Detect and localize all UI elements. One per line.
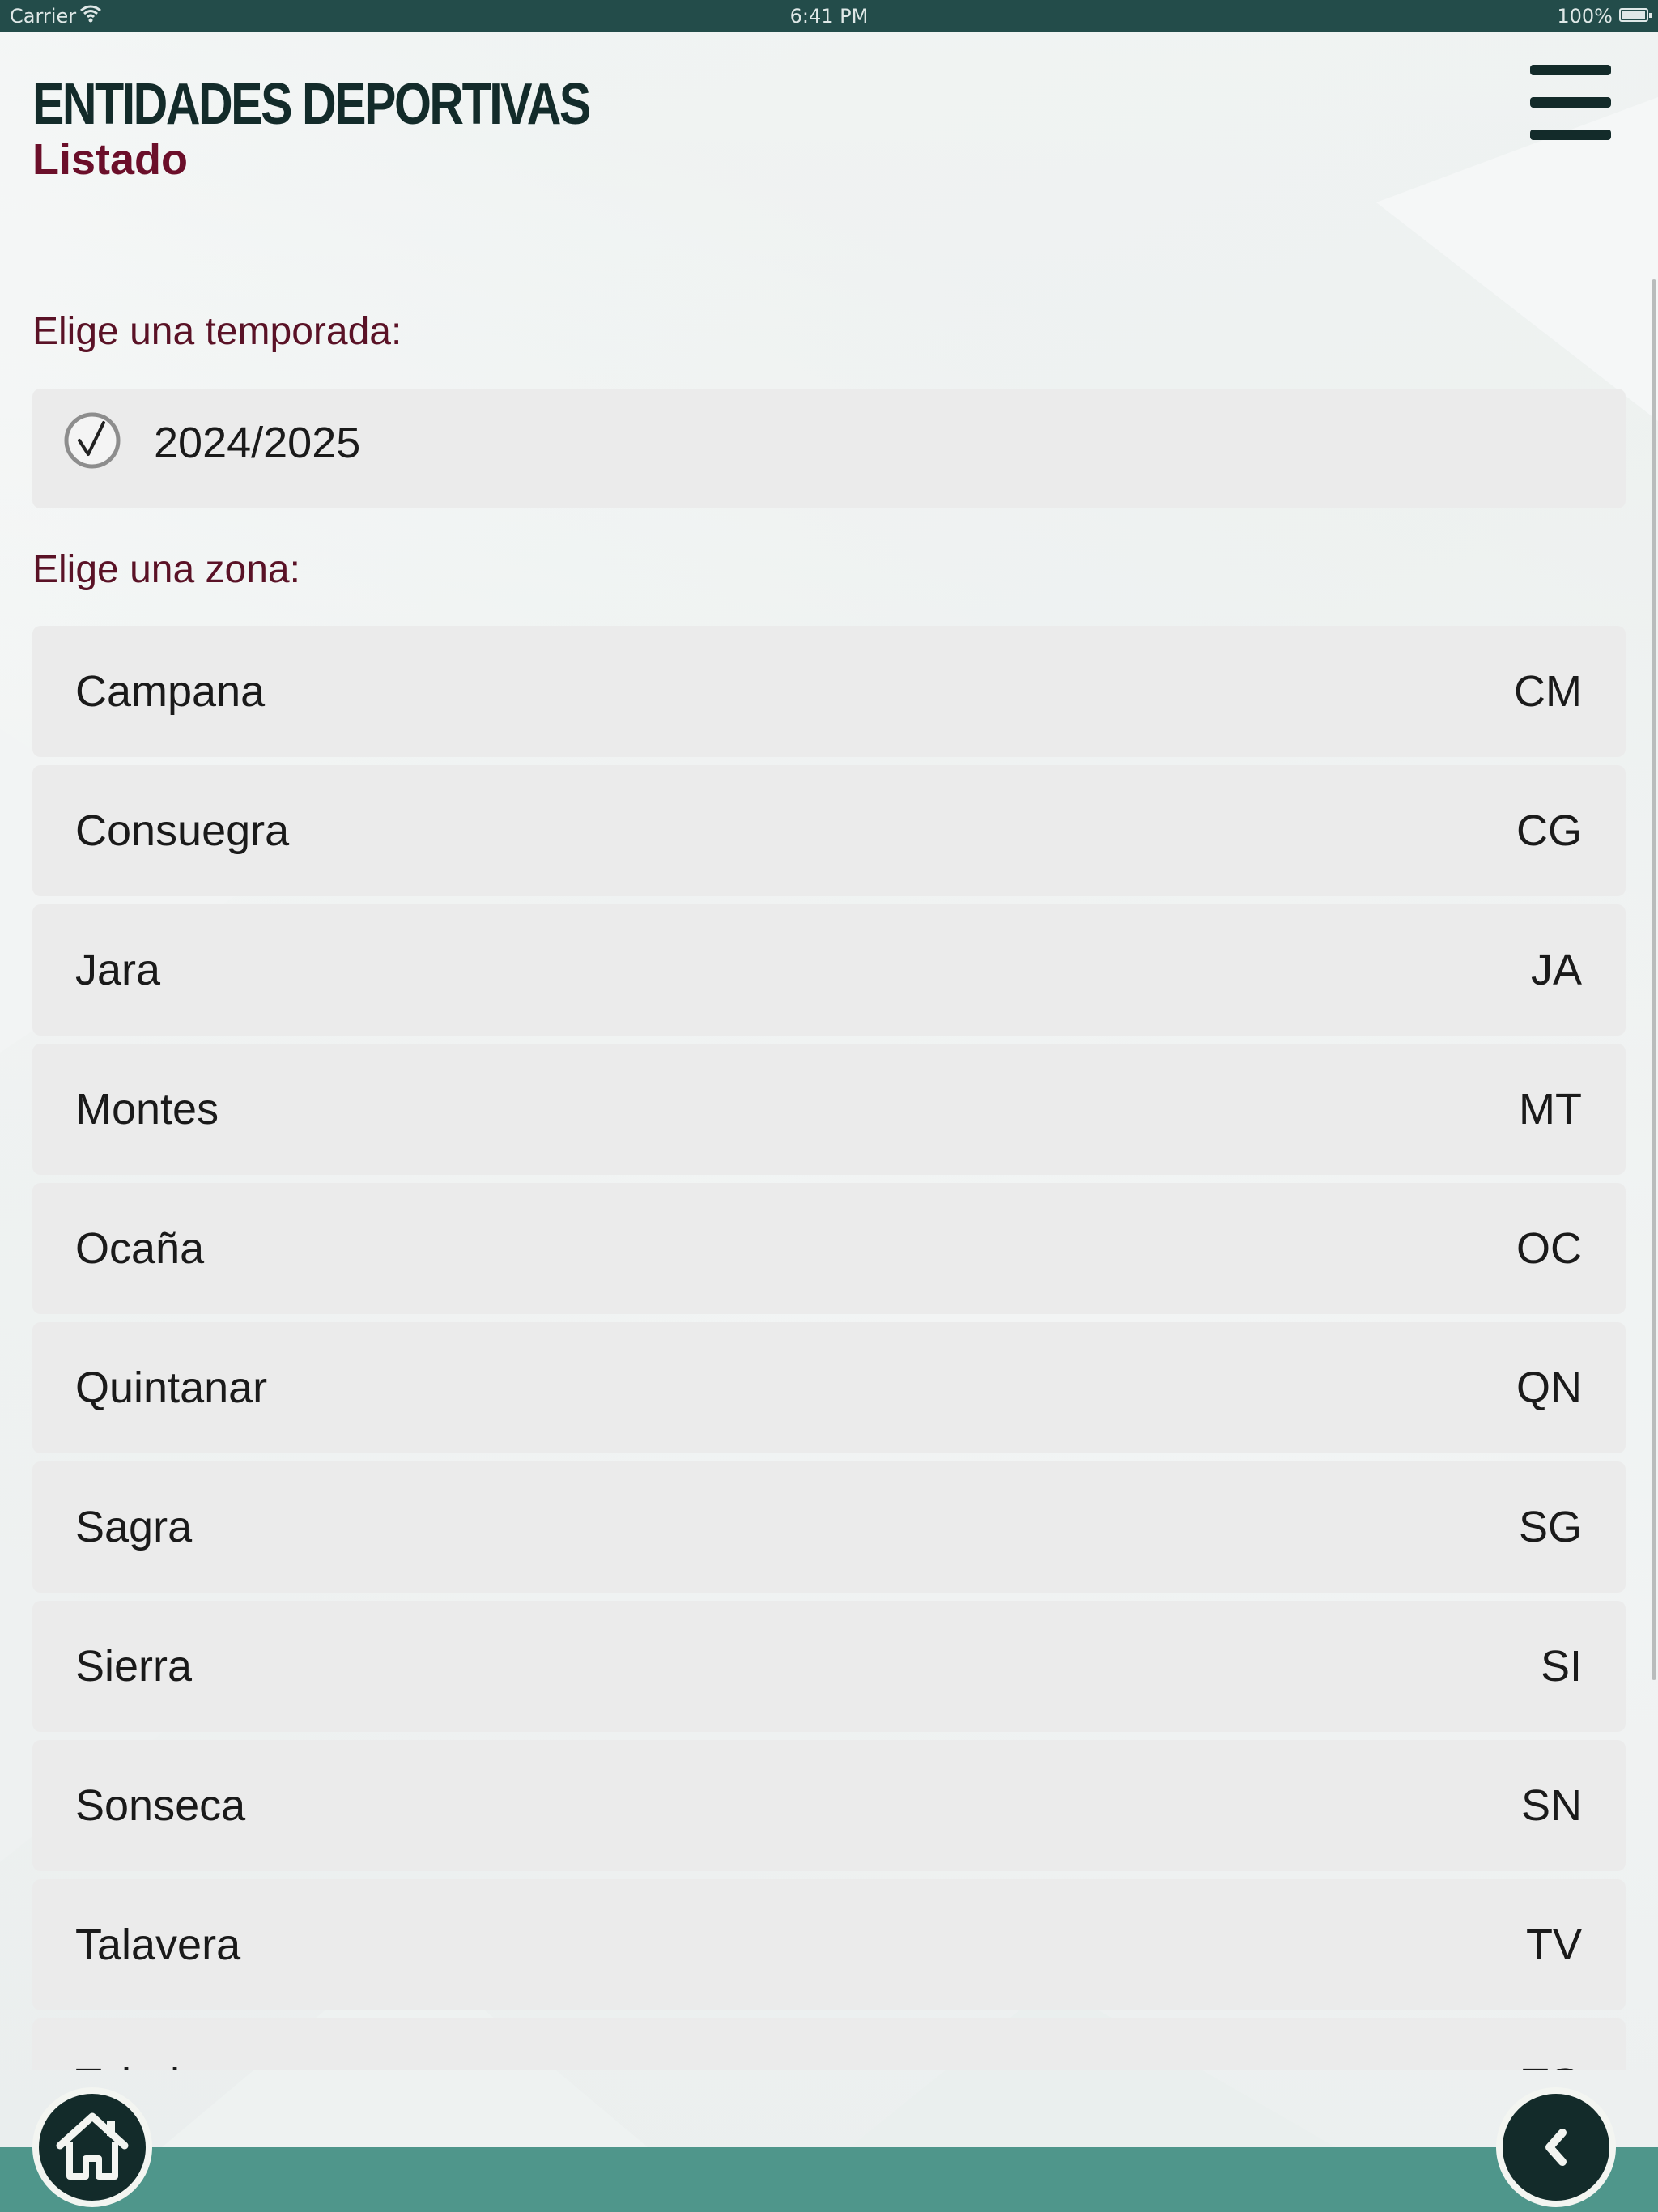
scrollbar[interactable]	[1652, 279, 1656, 1680]
zone-code: JA	[1530, 946, 1582, 994]
battery-icon	[1619, 8, 1648, 22]
list-item[interactable]: Sagra SG	[32, 1461, 1626, 1593]
zone-name: Consuegra	[75, 806, 290, 855]
zone-code: SI	[1540, 1642, 1582, 1691]
zone-code: TO	[1522, 2059, 1582, 2070]
chevron-left-icon	[1545, 2129, 1567, 2166]
zone-code: TV	[1525, 1921, 1582, 1969]
bottom-bar	[0, 2147, 1658, 2212]
season-value: 2024/2025	[154, 419, 361, 467]
zone-name: Talavera	[75, 1921, 241, 1969]
hamburger-menu-icon[interactable]	[1527, 63, 1613, 143]
list-item[interactable]: Sonseca SN	[32, 1740, 1626, 1871]
home-button[interactable]	[32, 2087, 152, 2207]
zone-name: Jara	[75, 946, 161, 994]
status-bar: Carrier 6:41 PM 100%	[0, 0, 1658, 32]
clock: 6:41 PM	[789, 5, 869, 28]
zone-code: QN	[1516, 1363, 1582, 1412]
list-item[interactable]: Campana CM	[32, 626, 1626, 757]
list-item[interactable]: Toledo TO	[32, 2018, 1626, 2070]
zone-code: MT	[1519, 1085, 1582, 1134]
list-item[interactable]: Jara JA	[32, 904, 1626, 1036]
list-item[interactable]: Talavera TV	[32, 1879, 1626, 2010]
list-item[interactable]: Quintanar QN	[32, 1322, 1626, 1453]
zone-name: Quintanar	[75, 1363, 268, 1412]
list-item[interactable]: Sierra SI	[32, 1601, 1626, 1732]
zone-name: Sierra	[75, 1642, 193, 1691]
zone-code: OC	[1516, 1224, 1582, 1273]
list-item[interactable]: Consuegra CG	[32, 765, 1626, 896]
zone-list[interactable]: Campana CM Consuegra CG Jara JA Montes M…	[32, 626, 1626, 2070]
zone-code: SG	[1518, 1503, 1582, 1551]
zone-name: Sonseca	[75, 1781, 246, 1830]
season-label: Elige una temporada:	[32, 310, 402, 353]
page-title: ENTIDADES DEPORTIVAS	[32, 72, 591, 137]
list-item[interactable]: Montes MT	[32, 1044, 1626, 1175]
battery-cap	[1649, 13, 1652, 18]
battery-percentage: 100%	[1557, 5, 1613, 28]
zone-label: Elige una zona:	[32, 548, 300, 591]
zone-code: SN	[1520, 1781, 1582, 1830]
zone-name: Campana	[75, 667, 266, 716]
zone-name: Toledo	[75, 2059, 204, 2070]
zone-code: CM	[1514, 667, 1582, 716]
home-icon	[56, 2112, 129, 2180]
zone-code: CG	[1516, 806, 1582, 855]
zone-name: Ocaña	[75, 1224, 205, 1273]
season-selector[interactable]: 2024/2025	[32, 389, 1626, 508]
zone-name: Montes	[75, 1085, 219, 1134]
list-item[interactable]: Ocaña OC	[32, 1183, 1626, 1314]
back-button[interactable]	[1496, 2087, 1616, 2207]
check-circle-icon	[63, 411, 121, 470]
zone-name: Sagra	[75, 1503, 193, 1551]
page-subtitle: Listado	[32, 135, 189, 184]
